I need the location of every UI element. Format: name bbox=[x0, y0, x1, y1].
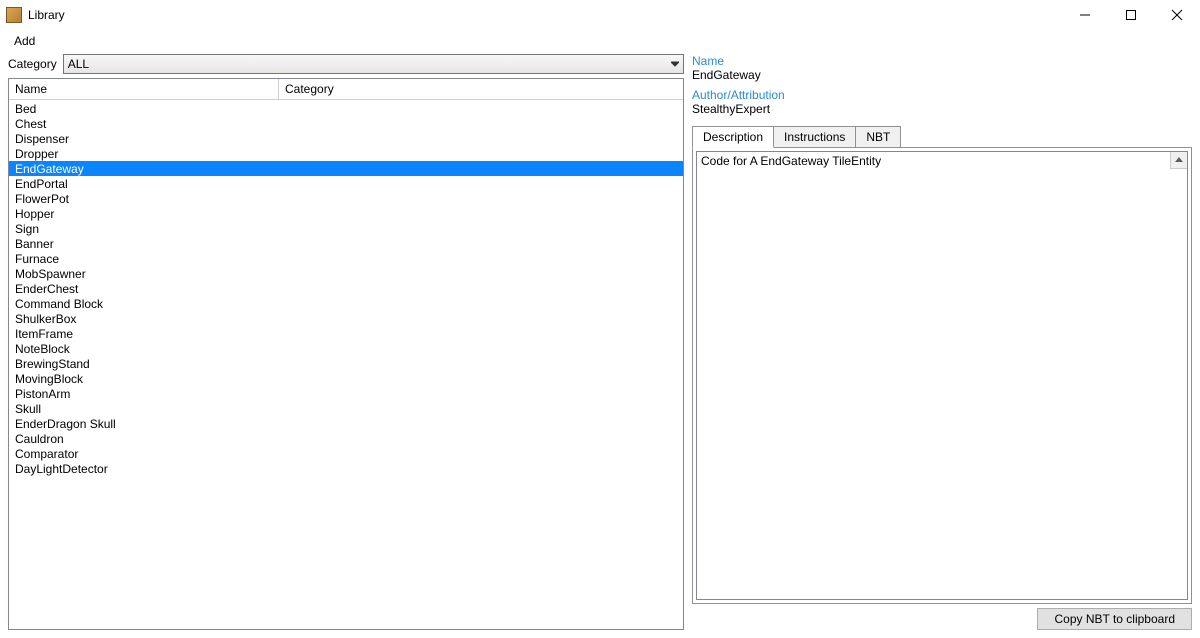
list-item[interactable]: NoteBlock bbox=[9, 341, 683, 356]
list-item[interactable]: ShulkerBox bbox=[9, 311, 683, 326]
list-item-name: ItemFrame bbox=[9, 327, 409, 341]
list-item[interactable]: Bed bbox=[9, 101, 683, 116]
maximize-button[interactable] bbox=[1108, 0, 1154, 30]
list-body[interactable]: BedChestDispenserDropperEndGatewayEndPor… bbox=[9, 100, 683, 629]
list-item-name: Banner bbox=[9, 237, 409, 251]
list-item[interactable]: Dropper bbox=[9, 146, 683, 161]
menubar: Add bbox=[0, 30, 1200, 50]
menu-add[interactable]: Add bbox=[10, 32, 39, 50]
list-item[interactable]: EndPortal bbox=[9, 176, 683, 191]
list-item[interactable]: EnderChest bbox=[9, 281, 683, 296]
author-value: StealthyExpert bbox=[692, 102, 1192, 116]
chevron-down-icon bbox=[671, 57, 679, 71]
right-panel: Name EndGateway Author/Attribution Steal… bbox=[692, 54, 1192, 630]
left-panel: Category ALL Name Category BedChestDispe… bbox=[8, 54, 684, 630]
item-list: Name Category BedChestDispenserDropperEn… bbox=[8, 78, 684, 630]
scroll-up-icon[interactable] bbox=[1170, 152, 1187, 169]
list-item-name: Chest bbox=[9, 117, 409, 131]
list-item-name: Furnace bbox=[9, 252, 409, 266]
list-item[interactable]: Comparator bbox=[9, 446, 683, 461]
list-item-name: Cauldron bbox=[9, 432, 409, 446]
list-item[interactable]: EnderDragon Skull bbox=[9, 416, 683, 431]
list-item[interactable]: BrewingStand bbox=[9, 356, 683, 371]
list-header: Name Category bbox=[9, 79, 683, 100]
name-label: Name bbox=[692, 54, 1192, 68]
author-label: Author/Attribution bbox=[692, 88, 1192, 102]
list-item-name: NoteBlock bbox=[9, 342, 409, 356]
list-item-name: Bed bbox=[9, 102, 409, 116]
close-button[interactable] bbox=[1154, 0, 1200, 30]
category-combobox[interactable]: ALL bbox=[63, 54, 684, 74]
list-item-name: Dropper bbox=[9, 147, 409, 161]
category-label: Category bbox=[8, 57, 57, 71]
list-item[interactable]: Hopper bbox=[9, 206, 683, 221]
list-item-name: Dispenser bbox=[9, 132, 409, 146]
header-name[interactable]: Name bbox=[9, 79, 279, 99]
copy-nbt-button[interactable]: Copy NBT to clipboard bbox=[1037, 608, 1192, 630]
list-item[interactable]: Sign bbox=[9, 221, 683, 236]
list-item-name: Hopper bbox=[9, 207, 409, 221]
category-value: ALL bbox=[68, 57, 89, 71]
list-item-name: MobSpawner bbox=[9, 267, 409, 281]
tab-nbt[interactable]: NBT bbox=[855, 126, 901, 148]
description-text: Code for A EndGateway TileEntity bbox=[701, 154, 881, 168]
list-item-name: Command Block bbox=[9, 297, 409, 311]
list-item-name: PistonArm bbox=[9, 387, 409, 401]
titlebar: Library bbox=[0, 0, 1200, 30]
list-item[interactable]: PistonArm bbox=[9, 386, 683, 401]
list-item-name: EnderDragon Skull bbox=[9, 417, 409, 431]
description-textarea[interactable]: Code for A EndGateway TileEntity bbox=[696, 151, 1188, 600]
name-value: EndGateway bbox=[692, 68, 1192, 82]
list-item[interactable]: Command Block bbox=[9, 296, 683, 311]
list-item-name: Skull bbox=[9, 402, 409, 416]
list-item-name: Comparator bbox=[9, 447, 409, 461]
minimize-button[interactable] bbox=[1062, 0, 1108, 30]
list-item-name: FlowerPot bbox=[9, 192, 409, 206]
tab-instructions[interactable]: Instructions bbox=[773, 126, 856, 148]
list-item-name: DayLightDetector bbox=[9, 462, 409, 476]
list-item[interactable]: Dispenser bbox=[9, 131, 683, 146]
list-item[interactable]: Skull bbox=[9, 401, 683, 416]
header-category[interactable]: Category bbox=[279, 79, 683, 99]
tab-content: Code for A EndGateway TileEntity bbox=[692, 147, 1192, 604]
detail-tabs: Description Instructions NBT bbox=[692, 126, 1192, 148]
list-item-name: EnderChest bbox=[9, 282, 409, 296]
list-item[interactable]: ItemFrame bbox=[9, 326, 683, 341]
list-item-name: BrewingStand bbox=[9, 357, 409, 371]
app-icon bbox=[6, 7, 22, 23]
list-item-name: MovingBlock bbox=[9, 372, 409, 386]
list-item[interactable]: FlowerPot bbox=[9, 191, 683, 206]
list-item[interactable]: MovingBlock bbox=[9, 371, 683, 386]
list-item-name: EndPortal bbox=[9, 177, 409, 191]
list-item[interactable]: DayLightDetector bbox=[9, 461, 683, 476]
window-title: Library bbox=[28, 8, 65, 22]
tab-description[interactable]: Description bbox=[692, 126, 774, 148]
list-item[interactable]: Chest bbox=[9, 116, 683, 131]
list-item[interactable]: Cauldron bbox=[9, 431, 683, 446]
list-item[interactable]: EndGateway bbox=[9, 161, 683, 176]
list-item[interactable]: Banner bbox=[9, 236, 683, 251]
list-item-name: EndGateway bbox=[9, 162, 409, 176]
list-item-name: ShulkerBox bbox=[9, 312, 409, 326]
list-item[interactable]: Furnace bbox=[9, 251, 683, 266]
list-item-name: Sign bbox=[9, 222, 409, 236]
list-item[interactable]: MobSpawner bbox=[9, 266, 683, 281]
